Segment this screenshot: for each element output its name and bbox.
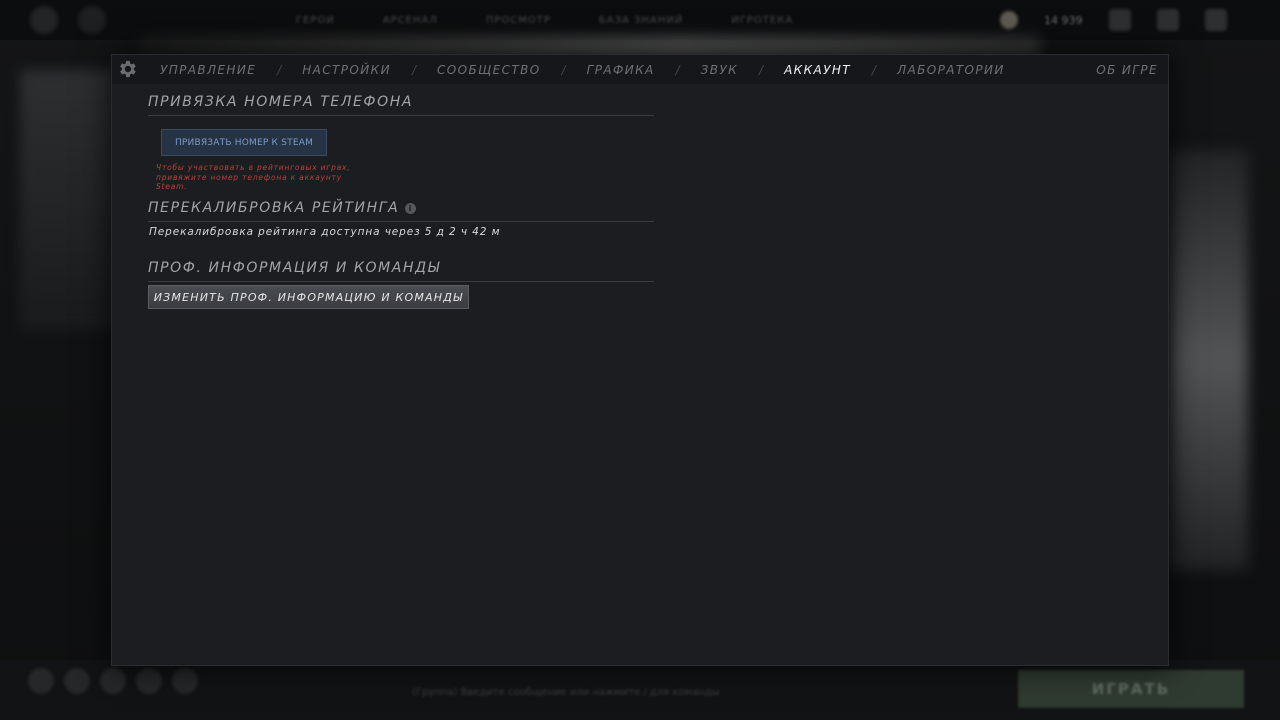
settings-dialog: УПРАВЛЕНИЕ / НАСТРОЙКИ / СООБЩЕСТВО / ГР… bbox=[111, 54, 1169, 666]
profile-icon[interactable] bbox=[1204, 9, 1227, 31]
phone-section-title: ПРИВЯЗКА НОМЕРА ТЕЛЕФОНА bbox=[148, 94, 414, 110]
party-slot[interactable] bbox=[136, 668, 162, 694]
settings-tabs: УПРАВЛЕНИЕ / НАСТРОЙКИ / СООБЩЕСТВО / ГР… bbox=[160, 55, 1005, 84]
recalibration-title-text: ПЕРЕКАЛИБРОВКА РЕЙТИНГА bbox=[148, 200, 400, 216]
gear-icon[interactable] bbox=[116, 58, 138, 80]
tab-account[interactable]: АККАУНТ bbox=[784, 63, 851, 77]
section-divider bbox=[148, 115, 654, 116]
tab-separator: / bbox=[411, 62, 416, 77]
left-panel bbox=[20, 70, 120, 330]
settings-tab-bar: УПРАВЛЕНИЕ / НАСТРОЙКИ / СООБЩЕСТВО / ГР… bbox=[112, 55, 1168, 84]
shards-icon bbox=[1000, 11, 1018, 29]
main-nav: ГЕРОИ АРСЕНАЛ ПРОСМОТР БАЗА ЗНАНИЙ ИГРОТ… bbox=[296, 0, 793, 40]
phone-warning-text: Чтобы участвовать в рейтинговых играх, п… bbox=[156, 163, 351, 191]
tab-separator: / bbox=[872, 62, 877, 77]
play-button-label: ИГРАТЬ bbox=[1091, 680, 1171, 698]
party-slot[interactable] bbox=[100, 668, 126, 694]
section-divider bbox=[148, 221, 654, 222]
pro-section-title: ПРОФ. ИНФОРМАЦИЯ И КОМАНДЫ bbox=[148, 260, 441, 276]
section-divider bbox=[148, 281, 654, 282]
tab-separator: / bbox=[277, 62, 282, 77]
nav-watch[interactable]: ПРОСМОТР bbox=[486, 15, 551, 26]
play-button[interactable]: ИГРАТЬ bbox=[1018, 670, 1244, 708]
tab-audio[interactable]: ЗВУК bbox=[701, 63, 738, 77]
nav-arcade[interactable]: ИГРОТЕКА bbox=[731, 15, 793, 26]
recalibration-section-title: ПЕРЕКАЛИБРОВКА РЕЙТИНГА i bbox=[148, 200, 417, 216]
top-right-controls: 14 939 bbox=[1000, 4, 1270, 36]
nav-armory[interactable]: АРСЕНАЛ bbox=[383, 15, 438, 26]
settings-button-bg[interactable] bbox=[30, 6, 58, 34]
back-button-bg[interactable] bbox=[78, 6, 106, 34]
party-avatar[interactable] bbox=[28, 668, 54, 694]
party-slot[interactable] bbox=[172, 668, 198, 694]
edit-pro-info-button[interactable]: ИЗМЕНИТЬ ПРОФ. ИНФОРМАЦИЮ И КОМАНДЫ bbox=[148, 285, 469, 309]
party-slots bbox=[28, 668, 198, 694]
info-icon[interactable]: i bbox=[405, 203, 417, 214]
tab-video[interactable]: ГРАФИКА bbox=[587, 63, 655, 77]
link-phone-button[interactable]: ПРИВЯЗАТЬ НОМЕР К STEAM bbox=[161, 129, 327, 156]
nav-heroes[interactable]: ГЕРОИ bbox=[296, 15, 335, 26]
tab-separator: / bbox=[561, 62, 566, 77]
tab-social[interactable]: СООБЩЕСТВО bbox=[437, 63, 541, 77]
recalibration-status: Перекалибровка рейтинга доступна через 5… bbox=[149, 226, 501, 238]
tab-controls[interactable]: УПРАВЛЕНИЕ bbox=[160, 63, 256, 77]
currency-amount: 14 939 bbox=[1044, 13, 1083, 27]
right-panel bbox=[1168, 150, 1248, 570]
stats-icon[interactable] bbox=[1156, 9, 1179, 31]
tab-separator: / bbox=[675, 62, 680, 77]
tab-separator: / bbox=[759, 62, 764, 77]
chat-input[interactable]: (Группа) Введите сообщение или нажмите /… bbox=[412, 687, 720, 698]
party-slot[interactable] bbox=[64, 668, 90, 694]
notifications-icon[interactable] bbox=[1108, 9, 1131, 31]
nav-learn[interactable]: БАЗА ЗНАНИЙ bbox=[599, 15, 683, 26]
tab-options[interactable]: НАСТРОЙКИ bbox=[302, 63, 391, 77]
tab-about[interactable]: ОБ ИГРЕ bbox=[1096, 55, 1158, 84]
tab-labs[interactable]: ЛАБОРАТОРИИ bbox=[897, 63, 1005, 77]
